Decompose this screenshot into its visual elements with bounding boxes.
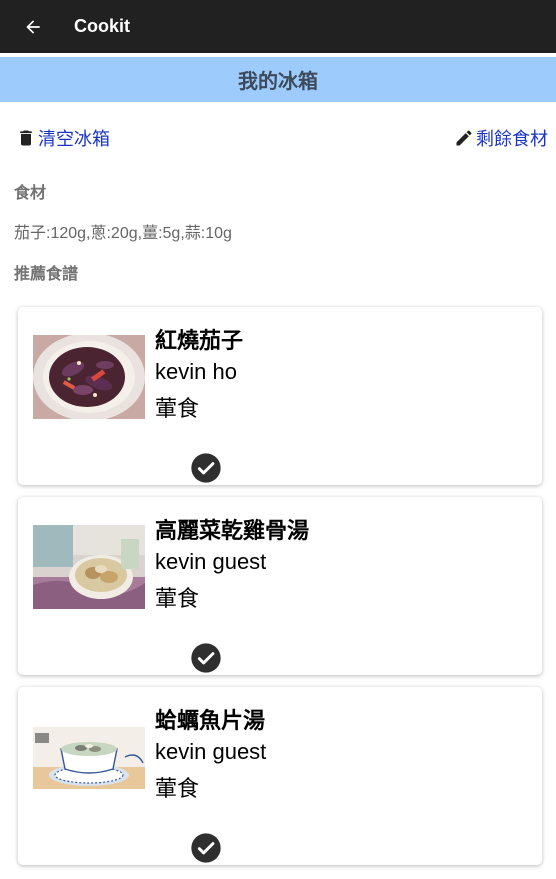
recipe-card[interactable]: 紅燒茄子 kevin ho 葷食: [18, 307, 542, 485]
recipe-card[interactable]: 高麗菜乾雞骨湯 kevin guest 葷食: [18, 497, 542, 675]
check-circle-icon[interactable]: [190, 832, 222, 864]
pencil-icon: [456, 130, 472, 146]
recipe-title: 高麗菜乾雞骨湯: [155, 519, 310, 544]
back-button[interactable]: [21, 15, 45, 39]
clam-fish-soup-photo: [33, 727, 145, 789]
braised-eggplant-photo: [33, 335, 145, 419]
clear-fridge-button[interactable]: 清空冰箱: [16, 125, 110, 151]
chicken-soup-photo: [33, 525, 145, 609]
ingredients-list: 茄子:120g,蔥:20g,薑:5g,蒜:10g: [14, 225, 232, 242]
clear-fridge-label: 清空冰箱: [38, 129, 110, 150]
app-bar: Cookit: [0, 0, 556, 53]
ingredients-heading: 食材: [14, 183, 47, 202]
recipe-author: kevin guest: [155, 549, 267, 574]
recipe-diet-type: 葷食: [155, 397, 200, 422]
arrow-left-icon: [26, 19, 40, 34]
trash-icon: [20, 130, 32, 146]
recipe-diet-type: 葷食: [155, 587, 200, 612]
recipe-author: kevin ho: [155, 359, 237, 384]
check-circle-icon[interactable]: [190, 642, 222, 674]
recipe-diet-type: 葷食: [155, 777, 200, 802]
remaining-ingredients-button[interactable]: 剩餘食材: [454, 125, 548, 151]
check-circle-icon[interactable]: [190, 452, 222, 484]
recipe-title: 紅燒茄子: [155, 329, 244, 354]
fridge-actions: 清空冰箱 剩餘食材: [0, 125, 556, 155]
remaining-ingredients-label: 剩餘食材: [476, 129, 548, 150]
recommended-recipes-heading: 推薦食譜: [14, 264, 79, 283]
page-title: 我的冰箱: [0, 57, 556, 102]
recipe-title: 蛤蠣魚片湯: [155, 709, 266, 734]
recipe-author: kevin guest: [155, 739, 267, 764]
recipe-card[interactable]: 蛤蠣魚片湯 kevin guest 葷食: [18, 687, 542, 865]
app-title: Cookit: [74, 16, 130, 36]
